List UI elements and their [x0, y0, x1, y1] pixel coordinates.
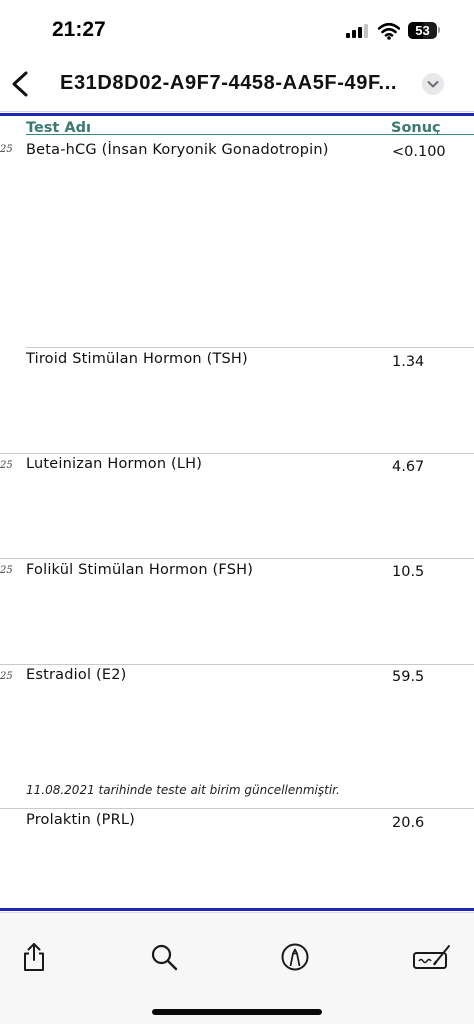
header-underline [26, 134, 474, 135]
document-title[interactable]: E31D8D02-A9F7-4458-AA5F-49F... [60, 72, 416, 95]
test-name-estradiol: Estradiol (E2) [26, 667, 127, 683]
row-separator [0, 453, 474, 454]
result-prolactin: 20.6 [392, 815, 425, 831]
test-name-prolactin: Prolaktin (PRL) [26, 812, 136, 828]
result-beta-hcg: <0.100 [392, 144, 446, 160]
table-bottom-rule [0, 908, 474, 911]
result-tsh: 1.34 [392, 354, 425, 370]
share-icon[interactable] [18, 941, 50, 973]
cut-off-margin-text: 25 [0, 144, 13, 155]
pdf-document-view[interactable]: Test Adı Sonuç 25 Beta-hCG (İnsan Koryon… [0, 112, 474, 912]
result-estradiol: 59.5 [392, 669, 425, 685]
estradiol-unit-note: 11.08.2021 tarihinde teste ait birim gün… [26, 783, 340, 797]
chevron-down-icon[interactable] [422, 73, 444, 95]
search-icon[interactable] [148, 941, 180, 973]
row-separator [26, 347, 474, 348]
cellular-signal-icon [346, 24, 370, 38]
cut-off-margin-text: 25 [0, 565, 13, 576]
status-bar: 21:27 53 [0, 0, 474, 56]
status-time: 21:27 [52, 18, 106, 41]
cut-off-margin-text: 25 [0, 460, 13, 471]
test-name-tsh: Tiroid Stimülan Hormon (TSH) [26, 351, 248, 367]
test-name-fsh: Folikül Stimülan Hormon (FSH) [26, 562, 254, 578]
signature-icon[interactable] [412, 941, 452, 973]
battery-level-text: 53 [415, 23, 430, 38]
battery-icon: 53 [408, 22, 437, 39]
navigation-bar: E31D8D02-A9F7-4458-AA5F-49F... [0, 56, 474, 112]
home-indicator[interactable] [152, 1009, 322, 1015]
test-name-lh: Luteinizan Hormon (LH) [26, 456, 203, 472]
battery-cap [438, 27, 440, 33]
row-separator [0, 664, 474, 665]
result-fsh: 10.5 [392, 564, 425, 580]
bottom-toolbar [0, 912, 474, 1024]
back-chevron-icon[interactable] [6, 66, 36, 102]
markup-pen-icon[interactable] [279, 941, 311, 973]
row-separator [0, 558, 474, 559]
result-lh: 4.67 [392, 459, 425, 475]
test-name-beta-hcg: Beta-hCG (İnsan Koryonik Gonadotropin) [26, 142, 329, 158]
row-separator [0, 808, 474, 809]
wifi-icon [378, 22, 400, 40]
table-top-rule [0, 113, 474, 116]
cut-off-margin-text: 25 [0, 671, 13, 682]
